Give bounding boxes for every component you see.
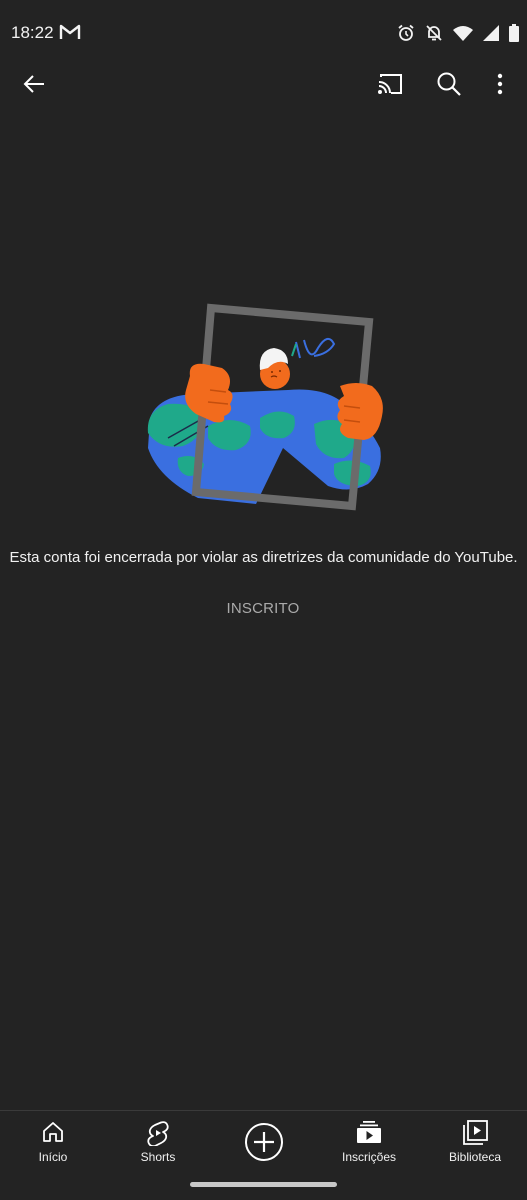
gesture-navigation-bar[interactable]: [190, 1182, 337, 1187]
more-vert-icon: [497, 73, 503, 95]
nav-label-library: Biblioteca: [448, 1150, 502, 1164]
battery-icon: [509, 24, 519, 42]
app-bar: [0, 62, 527, 108]
search-button[interactable]: [427, 62, 471, 106]
alarm-icon: [398, 24, 414, 41]
cast-icon: [378, 74, 402, 94]
nav-item-subscriptions[interactable]: Inscrições: [324, 1111, 414, 1171]
create-icon: [245, 1123, 283, 1161]
home-icon: [43, 1122, 63, 1142]
termination-message: Esta conta foi encerrada por violar as d…: [9, 549, 518, 566]
search-icon: [437, 72, 461, 96]
shorts-icon: [147, 1121, 169, 1146]
wifi-icon: [453, 26, 473, 41]
terminated-account-illustration: [147, 303, 383, 511]
subscriptions-icon: [357, 1121, 381, 1143]
back-button[interactable]: [12, 62, 56, 106]
nav-label-subscriptions: Inscrições: [341, 1150, 397, 1164]
nav-item-home[interactable]: Início: [8, 1111, 98, 1171]
bottom-navigation: Início Shorts Inscrições Biblioteca: [0, 1110, 527, 1171]
back-arrow-icon: [23, 75, 44, 93]
subscribed-button[interactable]: INSCRITO: [213, 596, 313, 622]
status-time: 18:22: [11, 23, 54, 42]
status-bar: 18:22: [0, 0, 527, 66]
nav-item-library[interactable]: Biblioteca: [430, 1111, 520, 1171]
cast-button[interactable]: [368, 62, 412, 106]
gmail-icon: [59, 24, 81, 39]
status-icons: [397, 22, 519, 44]
more-options-button[interactable]: [478, 62, 522, 106]
nav-item-create[interactable]: [219, 1111, 309, 1171]
signal-icon: [483, 25, 499, 41]
nav-label-home: Início: [38, 1150, 68, 1164]
nav-item-shorts[interactable]: Shorts: [113, 1111, 203, 1171]
notifications-off-icon: [426, 25, 442, 41]
screen: 18:22 Esta conta foi encerrada por viola…: [0, 0, 527, 1200]
library-icon: [463, 1120, 488, 1145]
nav-label-shorts: Shorts: [140, 1150, 176, 1164]
